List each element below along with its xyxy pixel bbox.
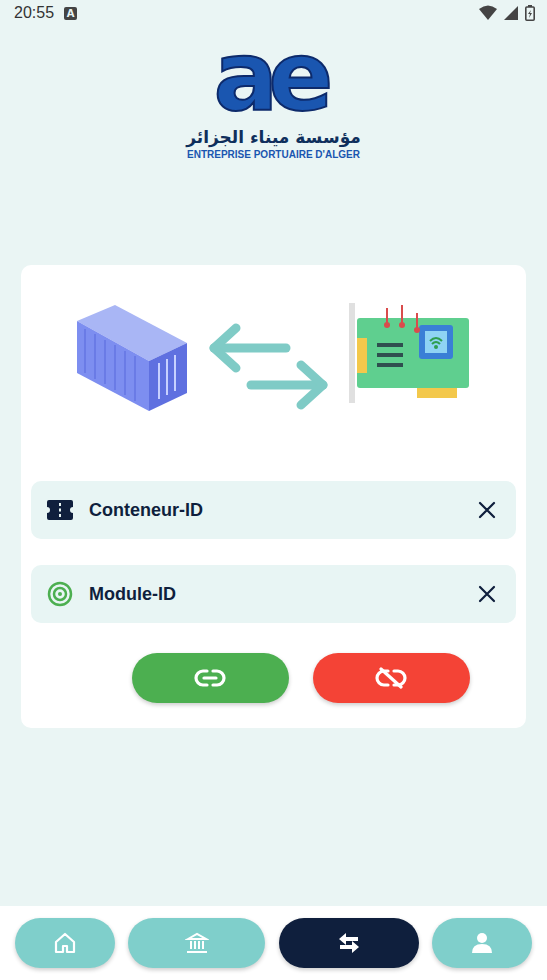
logo-name-arabic: مؤسسة ميناء الجزائر	[186, 126, 361, 148]
logo: aeمؤسسة ميناء الجزائرENTREPRISE PORTUAIR…	[0, 26, 547, 161]
person-icon	[470, 931, 494, 955]
home-nav-button[interactable]	[15, 918, 115, 968]
id-field[interactable]: Module-ID	[31, 565, 516, 623]
field-label: Conteneur-ID	[89, 500, 462, 521]
profile-nav-button[interactable]	[432, 918, 532, 968]
logo-mark: ae	[214, 28, 334, 126]
pairing-card: Conteneur-ID Module-ID	[21, 265, 526, 728]
id-field[interactable]: Conteneur-ID	[31, 481, 516, 539]
status-time: 20:55	[14, 4, 54, 22]
swap-nav-button[interactable]	[279, 918, 419, 968]
transfer-arrows-icon	[206, 323, 331, 413]
wifi-icon	[479, 5, 497, 21]
unlink-icon	[375, 667, 407, 689]
swap-icon	[336, 931, 362, 955]
signal-icon	[503, 5, 519, 21]
bank-nav-button[interactable]	[128, 918, 265, 968]
status-bar: 20:55 A	[0, 0, 547, 26]
logo-name-french: ENTREPRISE PORTUAIRE D'ALGER	[187, 148, 360, 161]
link-icon	[194, 667, 226, 689]
module-board-icon	[347, 303, 472, 403]
unlink-button[interactable]	[313, 653, 470, 703]
bottom-nav	[0, 906, 547, 980]
clear-icon[interactable]	[478, 585, 496, 603]
link-button[interactable]	[132, 653, 289, 703]
ticket-icon	[47, 500, 73, 520]
pairing-illustration	[31, 275, 516, 481]
notification-badge: A	[64, 7, 77, 20]
app-screen: 20:55 Aaeمؤسسة ميناء الجزائرENTREPRISE PO…	[0, 0, 547, 980]
field-label: Module-ID	[89, 584, 462, 605]
battery-icon	[525, 5, 535, 21]
container-icon	[75, 303, 190, 413]
clear-icon[interactable]	[478, 501, 496, 519]
home-icon	[53, 931, 77, 955]
bank-icon	[185, 931, 209, 955]
radar-icon	[47, 581, 73, 607]
